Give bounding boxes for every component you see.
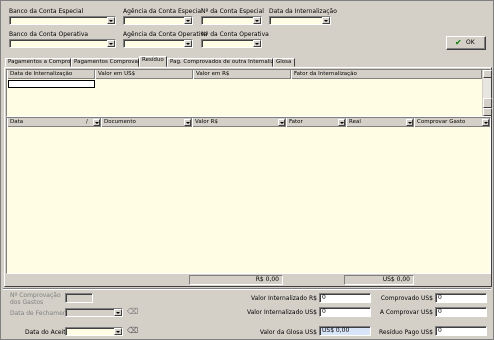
- chevron-down-icon[interactable]: [322, 17, 330, 24]
- total-dolares: US$ 0,00: [344, 275, 414, 285]
- valor-glosa-input[interactable]: US$ 0,00: [319, 326, 371, 336]
- col-fator-label: Fator: [289, 119, 303, 125]
- ok-button[interactable]: ✔ OK: [446, 36, 486, 50]
- data-internalizacao-label: Data da Internalização: [269, 8, 337, 15]
- chevron-down-icon[interactable]: [107, 17, 115, 24]
- agencia-especial-label: Agência da Conta Especial: [123, 8, 203, 15]
- chevron-down-icon[interactable]: [114, 328, 122, 335]
- agencia-operativa-select[interactable]: [123, 39, 193, 48]
- chevron-down-icon[interactable]: [406, 119, 413, 126]
- grid-header: Data / Documento Valor R$ Fator Real Com…: [7, 118, 490, 127]
- data-fechamento-label: Data de Fechamento: [10, 310, 73, 317]
- chevron-down-icon[interactable]: [184, 17, 192, 24]
- banco-operativa-select[interactable]: [9, 39, 116, 48]
- nr-comprovacao-input: [65, 293, 93, 303]
- residuo-pago-input[interactable]: 0: [435, 326, 487, 336]
- agencia-especial-select[interactable]: [123, 16, 193, 25]
- comprovado-input[interactable]: 0: [435, 293, 487, 303]
- col-valor-us[interactable]: Valor em US$: [95, 70, 193, 79]
- scrollbar[interactable]: [482, 70, 492, 116]
- col-data-internalizacao[interactable]: Data de Internalização: [7, 70, 95, 79]
- data-internalizacao-select[interactable]: [269, 16, 331, 25]
- agencia-operativa-label: Agência da Conta Operativa: [123, 31, 208, 38]
- data-aceite-label: Data do Aceite: [25, 329, 70, 336]
- tab-pagamentos-comprovados[interactable]: Pagamentos Comprovados: [71, 58, 148, 67]
- data-fechamento-select: [65, 308, 123, 317]
- col-valor-rs-label: Valor R$: [195, 119, 218, 125]
- col-comprovar-gasto[interactable]: Comprovar Gasto: [414, 118, 490, 127]
- scroll-up-icon[interactable]: [483, 70, 492, 78]
- nr-especial-select[interactable]: [201, 16, 262, 25]
- nr-especial-label: Nº da Conta Especial: [201, 8, 264, 15]
- col-documento-label: Documento: [104, 119, 136, 125]
- a-comprovar-label: A Comprovar US$: [379, 309, 433, 316]
- tab-residuo[interactable]: Resíduo: [139, 56, 167, 67]
- comprovado-label: Comprovado US$: [380, 295, 433, 302]
- ok-button-label: OK: [466, 39, 475, 46]
- chevron-down-icon[interactable]: [184, 40, 192, 47]
- chevron-down-icon[interactable]: [93, 119, 100, 126]
- chevron-down-icon[interactable]: [107, 40, 115, 47]
- sort-marker: /: [86, 119, 88, 125]
- nr-operativa-select[interactable]: [201, 39, 262, 48]
- nr-comprovacao-label: Nº Comprovação dos Gastos: [10, 292, 61, 306]
- grid-header: Data de Internalização Valor em US$ Valo…: [7, 70, 482, 79]
- valor-internalizado-rs-input[interactable]: 0: [319, 293, 371, 303]
- chevron-down-icon[interactable]: [253, 17, 261, 24]
- a-comprovar-input[interactable]: 0: [435, 307, 487, 317]
- tab-pagamentos-a-comprovar[interactable]: Pagamentos a Comprovar: [5, 58, 79, 67]
- col-documento[interactable]: Documento: [101, 118, 192, 127]
- tab-glosa[interactable]: Glosa: [273, 58, 295, 67]
- banco-especial-label: Banco da Conta Especial: [9, 8, 84, 15]
- chevron-down-icon: [114, 309, 122, 316]
- chevron-down-icon[interactable]: [253, 40, 261, 47]
- col-fator-internalizacao[interactable]: Fator da Internalização: [291, 70, 482, 79]
- valor-glosa-label: Valor da Glosa US$: [259, 329, 317, 336]
- tab-pag-outra-internalizacao[interactable]: Pag. Comprovados de outra Internalização: [167, 58, 287, 67]
- chevron-down-icon[interactable]: [338, 119, 345, 126]
- col-valor-rs[interactable]: Valor em R$: [193, 70, 291, 79]
- chevron-down-icon[interactable]: [184, 119, 191, 126]
- col-comprovar-gasto-label: Comprovar Gasto: [417, 119, 466, 125]
- nr-operativa-label: Nº da Conta Operativa: [201, 31, 269, 38]
- chevron-down-icon[interactable]: [482, 119, 489, 126]
- valor-internalizado-us-input[interactable]: 0: [319, 307, 371, 317]
- internalizacao-grid[interactable]: Data de Internalização Valor em US$ Valo…: [6, 69, 492, 117]
- data-aceite-select[interactable]: [65, 327, 123, 336]
- banco-operativa-label: Banco da Conta Operativa: [9, 31, 89, 38]
- residuo-pago-label: Resíduo Pago US$: [378, 329, 433, 336]
- total-reais: R$ 0,00: [189, 275, 283, 285]
- window: Banco da Conta Especial Agência da Conta…: [0, 0, 494, 340]
- scroll-thumb[interactable]: [483, 98, 492, 108]
- col-real[interactable]: Real: [346, 118, 414, 127]
- eraser-icon: ⌫: [127, 307, 139, 316]
- valor-internalizado-rs-label: Valor Internalizado R$: [250, 295, 317, 302]
- col-valor-rs[interactable]: Valor R$: [192, 118, 286, 127]
- col-fator[interactable]: Fator: [286, 118, 346, 127]
- grid-row-selected[interactable]: [8, 80, 95, 88]
- chevron-down-icon[interactable]: [278, 119, 285, 126]
- col-real-label: Real: [349, 119, 361, 125]
- residuo-grid[interactable]: Data / Documento Valor R$ Fator Real Com…: [6, 117, 491, 274]
- valor-internalizado-us-label: Valor Internalizado US$: [246, 309, 317, 316]
- check-icon: ✔: [455, 38, 462, 47]
- scroll-down-icon[interactable]: [483, 108, 492, 116]
- banco-especial-select[interactable]: [9, 16, 116, 25]
- col-data-label: Data: [10, 119, 24, 125]
- eraser-icon[interactable]: ⌫: [127, 326, 138, 336]
- separator: [3, 288, 491, 290]
- col-data[interactable]: Data /: [7, 118, 101, 127]
